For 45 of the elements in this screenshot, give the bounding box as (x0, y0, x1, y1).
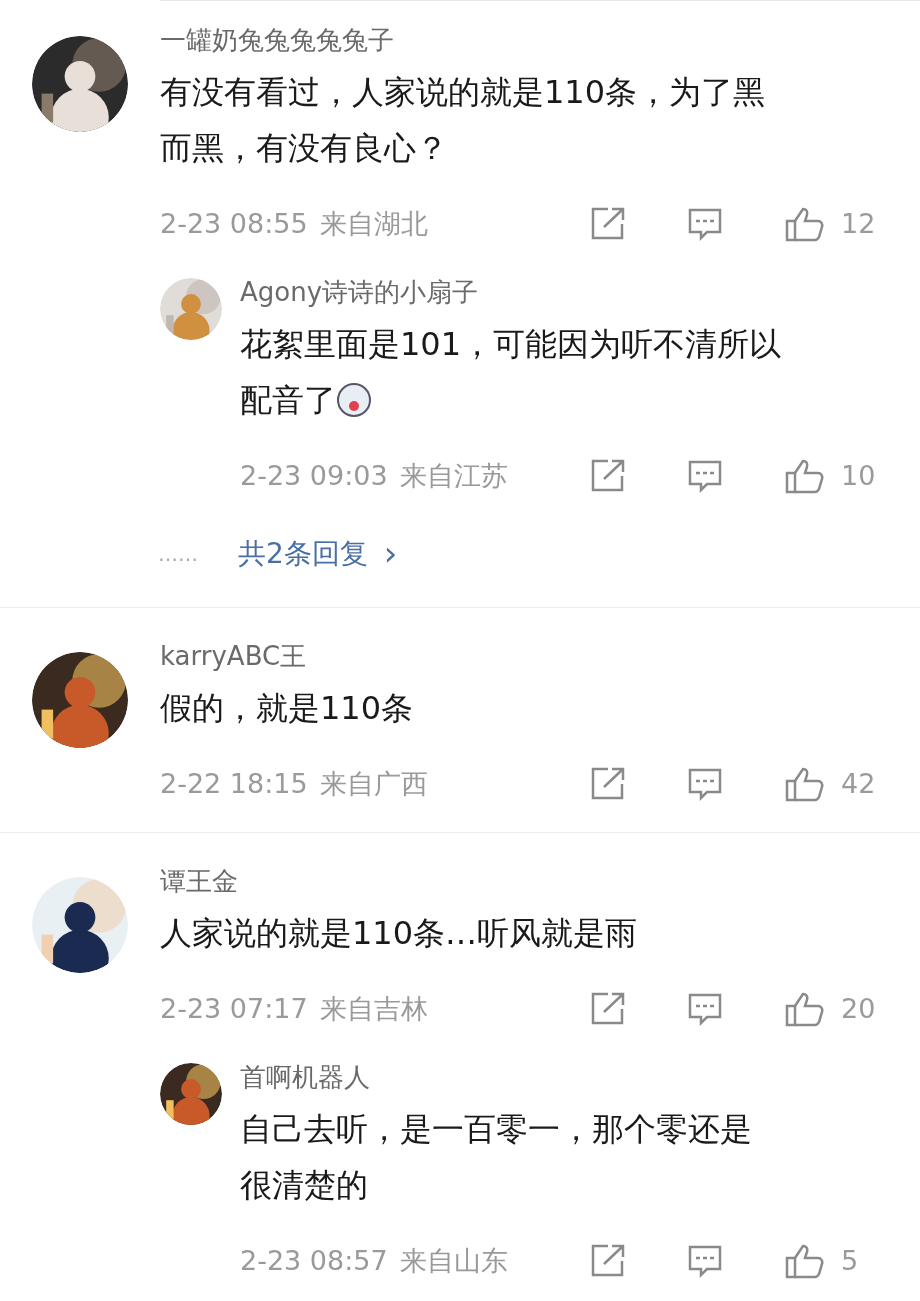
comment-icon[interactable] (687, 207, 723, 241)
thumbs-up-icon[interactable] (785, 206, 825, 242)
comment-location: 来自吉林 (319, 991, 428, 1026)
comment-icon[interactable] (687, 459, 723, 493)
like-count: 5 (841, 1243, 859, 1278)
like-count: 20 (841, 991, 876, 1026)
username[interactable]: 首啊机器人 (240, 1061, 890, 1093)
comment-date: 2-23 07:17 (160, 991, 308, 1026)
share-icon[interactable] (590, 767, 626, 801)
thumbs-up-icon[interactable] (785, 1243, 825, 1279)
more-replies-link[interactable]: 共2条回复 › (238, 528, 398, 579)
comment-date: 2-23 09:03 (240, 458, 388, 493)
ellipsis-dots: …… (158, 540, 199, 568)
share-icon[interactable] (590, 992, 626, 1026)
comment-text: 假的，就是110条 (160, 688, 414, 729)
reply-text: 配音了 (240, 380, 336, 421)
comment-icon[interactable] (687, 1244, 723, 1278)
share-icon[interactable] (590, 459, 626, 493)
reply-text: 很清楚的 (240, 1165, 368, 1206)
like-count: 12 (841, 206, 876, 241)
thumbs-up-icon[interactable] (785, 991, 825, 1027)
username[interactable]: karryABC王 (160, 640, 890, 672)
share-icon[interactable] (590, 207, 626, 241)
comment-date: 2-23 08:57 (240, 1243, 388, 1278)
comment-location: 来自广西 (319, 766, 428, 801)
comment-text: 而黑，有没有良心？ (160, 128, 448, 169)
reply-text: 自己去听，是一百零一，那个零还是 (240, 1109, 752, 1150)
comment-location: 来自湖北 (319, 206, 428, 241)
username[interactable]: Agony诗诗的小扇子 (240, 276, 890, 308)
comment-date: 2-22 18:15 (160, 766, 308, 801)
comment-icon[interactable] (687, 767, 723, 801)
comment-icon[interactable] (687, 992, 723, 1026)
username[interactable]: 谭王金 (160, 865, 890, 897)
like-count: 42 (841, 766, 876, 801)
comment-text: 人家说的就是110条…听风就是雨 (160, 913, 638, 954)
username[interactable]: 一罐奶兔兔兔兔兔子 (160, 24, 890, 56)
thumbs-up-icon[interactable] (785, 766, 825, 802)
comment-location: 来自江苏 (399, 458, 508, 493)
thumbs-up-icon[interactable] (785, 458, 825, 494)
like-count: 10 (841, 458, 876, 493)
comment-location: 来自山东 (399, 1243, 508, 1278)
comment-date: 2-23 08:55 (160, 206, 308, 241)
share-icon[interactable] (590, 1244, 626, 1278)
reply-text: 花絮里面是101，可能因为听不清所以 (240, 324, 782, 365)
comment-text: 有没有看过，人家说的就是110条，为了黑 (160, 72, 766, 113)
